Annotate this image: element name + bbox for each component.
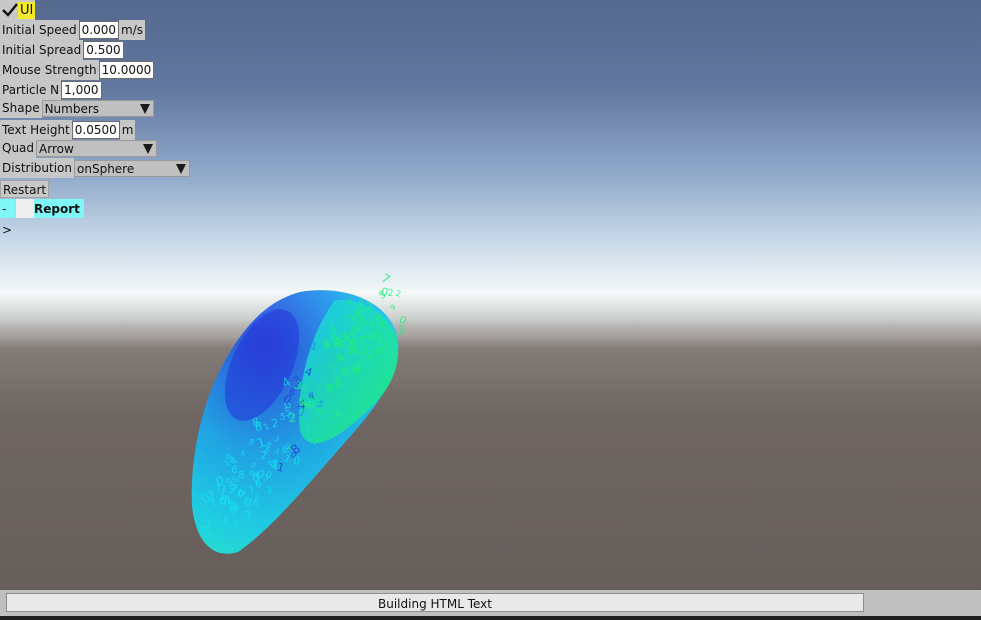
initial-spread-input[interactable]: 0.500 [83,41,124,59]
initial-speed-label: Initial Speed [0,20,79,40]
shape-dropdown[interactable]: Numbers [41,99,154,117]
report-checkbox[interactable] [15,199,34,218]
distribution-dropdown[interactable]: onSphere [74,159,191,177]
particle-glyph: 2 [387,288,394,299]
text-height-row: Text Height 0.0500 m [0,120,136,140]
mouse-strength-row: Mouse Strength 10.0000 [0,60,155,80]
quad-dropdown[interactable]: Arrow [36,139,158,157]
particle-n-label: Particle N [0,80,62,100]
report-arrow: -> [0,199,15,237]
shape-label: Shape [0,98,42,118]
quad-row: Quad Arrow [0,138,158,158]
initial-speed-input[interactable]: 0.000 [78,21,119,39]
particle-n-input[interactable]: 1,000 [61,81,102,99]
distribution-row: Distribution onSphere [0,158,191,178]
shape-selected: Numbers [44,101,100,116]
status-text: Building HTML Text [378,597,492,611]
text-height-input[interactable]: 0.0500 [71,121,120,139]
text-height-label: Text Height [0,120,72,140]
particle-cloud: 0654239403285654188411300467470157110487… [191,271,409,554]
chevron-down-icon [139,103,150,114]
restart-button[interactable]: Restart [0,180,50,198]
mouse-strength-label: Mouse Strength [0,60,99,80]
particle-viewport[interactable]: 0654239403285654188411300467470157110487… [0,0,981,620]
initial-spread-label: Initial Spread [0,40,84,60]
particle-glyph: 9 [389,302,398,312]
particle-n-row: Particle N 1,000 [0,80,102,100]
initial-speed-unit: m/s [119,20,145,40]
quad-label: Quad [0,138,37,158]
particle-glyph: 2 [376,314,384,328]
particle-glyph: 1 [207,489,216,505]
particle-glyph: 8 [238,470,245,481]
chevron-down-icon [143,143,154,154]
shape-row: Shape Numbers [0,98,154,118]
distribution-label: Distribution [0,158,75,178]
checkmark-icon[interactable] [0,0,18,20]
particle-glyph: 8 [228,500,236,514]
mouse-strength-input[interactable]: 10.0000 [98,61,155,79]
ui-toggle[interactable]: UI [0,0,36,20]
particle-glyph: 3 [266,485,273,496]
report-toggle[interactable]: -> Report [0,199,84,237]
particle-glyph: 2 [395,288,402,299]
chevron-down-icon [176,163,187,174]
text-height-unit: m [119,120,136,140]
ui-toggle-label: UI [18,1,36,19]
initial-spread-row: Initial Spread 0.500 [0,40,124,60]
distribution-selected: onSphere [77,161,135,176]
window-bottom-edge [0,616,981,620]
report-label: Report [34,199,84,218]
particle-glyph: 7 [379,271,393,287]
quad-selected: Arrow [39,141,74,156]
initial-speed-row: Initial Speed 0.000 m/s [0,20,145,40]
